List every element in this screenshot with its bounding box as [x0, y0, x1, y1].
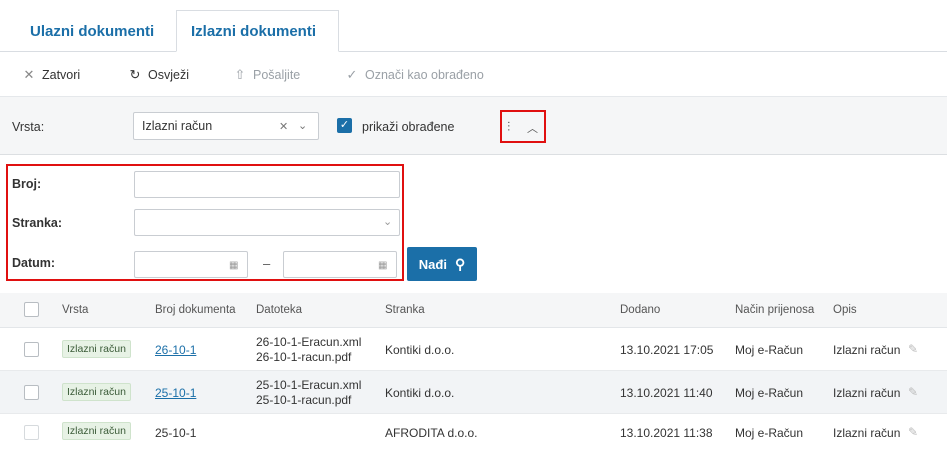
- file-link[interactable]: 25-10-1-racun.pdf: [256, 393, 351, 407]
- description-cell: Izlazni račun: [833, 343, 901, 357]
- highlight-filter-toggle: [500, 110, 546, 143]
- description-cell: Izlazni račun: [833, 386, 901, 400]
- added-cell: 13.10.2021 17:05: [620, 343, 714, 357]
- col-stranka[interactable]: Stranka: [385, 304, 425, 316]
- transfer-method-cell: Moj e-Račun: [735, 343, 804, 357]
- col-vrsta[interactable]: Vrsta: [62, 304, 88, 316]
- toolbar: ✕ Zatvori ↻ Osvježi ⇧ Pošaljite ✓ Označi…: [0, 52, 947, 97]
- file-link[interactable]: 26-10-1-Eracun.xml: [256, 335, 361, 349]
- show-processed-label: prikaži obrađene: [362, 120, 455, 134]
- document-number-link[interactable]: 25-10-1: [155, 386, 196, 400]
- type-badge: Izlazni račun: [62, 383, 131, 401]
- table-header: Vrsta Broj dokumenta Datoteka Stranka Do…: [0, 293, 947, 328]
- chevron-down-icon: ⌄: [298, 120, 308, 132]
- type-badge: Izlazni račun: [62, 422, 131, 440]
- send-button[interactable]: ⇧ Pošaljite: [233, 52, 301, 97]
- find-button[interactable]: Nađi ⚲: [407, 247, 477, 281]
- tab-bar: Ulazni dokumenti Izlazni dokumenti: [0, 0, 947, 52]
- upload-icon: ⇧: [234, 66, 246, 82]
- col-nacin-prijenosa[interactable]: Način prijenosa: [735, 304, 814, 316]
- close-button[interactable]: ✕ Zatvori: [22, 52, 81, 97]
- tab-outgoing-documents[interactable]: Izlazni dokumenti: [176, 10, 339, 52]
- added-cell: 13.10.2021 11:40: [620, 386, 713, 400]
- close-label: Zatvori: [42, 67, 81, 82]
- col-broj-dokumenta[interactable]: Broj dokumenta: [155, 304, 236, 316]
- file-link[interactable]: 26-10-1-racun.pdf: [256, 350, 351, 364]
- row-checkbox[interactable]: [24, 425, 39, 440]
- tab-incoming-documents[interactable]: Ulazni dokumenti: [16, 10, 168, 52]
- mark-processed-label: Označi kao obrađeno: [365, 67, 484, 82]
- description-cell: Izlazni račun: [833, 426, 901, 440]
- added-cell: 13.10.2021 11:38: [620, 426, 713, 440]
- vrsta-select-value: Izlazni račun: [142, 119, 213, 133]
- table-row[interactable]: Izlazni račun 25-10-1 AFRODITA d.o.o. 13…: [0, 414, 947, 450]
- refresh-label: Osvježi: [148, 67, 189, 82]
- customer-cell: Kontiki d.o.o.: [385, 386, 455, 400]
- edit-icon[interactable]: ✎: [908, 425, 918, 439]
- vrsta-select[interactable]: Izlazni račun ✕ ⌄: [133, 112, 319, 140]
- clear-icon[interactable]: ✕: [279, 120, 288, 133]
- find-label: Nađi: [418, 256, 447, 272]
- vrsta-label: Vrsta:: [12, 120, 45, 134]
- type-badge: Izlazni račun: [62, 340, 131, 358]
- document-number: 25-10-1: [155, 426, 197, 440]
- table-row[interactable]: Izlazni račun 25-10-1 25-10-1-Eracun.xml…: [0, 371, 947, 414]
- document-number-link[interactable]: 26-10-1: [155, 343, 196, 357]
- row-checkbox[interactable]: [24, 385, 39, 400]
- show-processed-checkbox[interactable]: ✓: [337, 118, 352, 133]
- close-icon: ✕: [23, 66, 35, 82]
- check-icon: ✓: [346, 66, 358, 82]
- transfer-method-cell: Moj e-Račun: [735, 426, 804, 440]
- select-all-checkbox[interactable]: [24, 302, 39, 317]
- file-link[interactable]: 25-10-1-Eracun.xml: [256, 378, 361, 392]
- customer-cell: Kontiki d.o.o.: [385, 343, 455, 357]
- refresh-icon: ↻: [129, 66, 141, 82]
- highlight-search-fields: [6, 164, 404, 281]
- col-opis[interactable]: Opis: [833, 304, 857, 316]
- table-row[interactable]: Izlazni račun 26-10-1 26-10-1-Eracun.xml…: [0, 328, 947, 371]
- customer-cell: AFRODITA d.o.o.: [385, 426, 478, 440]
- edit-icon[interactable]: ✎: [908, 342, 918, 356]
- mark-processed-button[interactable]: ✓ Označi kao obrađeno: [345, 52, 484, 97]
- send-label: Pošaljite: [253, 67, 301, 82]
- col-dodano[interactable]: Dodano: [620, 304, 660, 316]
- transfer-method-cell: Moj e-Račun: [735, 386, 804, 400]
- refresh-button[interactable]: ↻ Osvježi: [128, 52, 189, 97]
- col-datoteka[interactable]: Datoteka: [256, 304, 302, 316]
- edit-icon[interactable]: ✎: [908, 385, 918, 399]
- search-icon: ⚲: [454, 255, 466, 272]
- row-checkbox[interactable]: [24, 342, 39, 357]
